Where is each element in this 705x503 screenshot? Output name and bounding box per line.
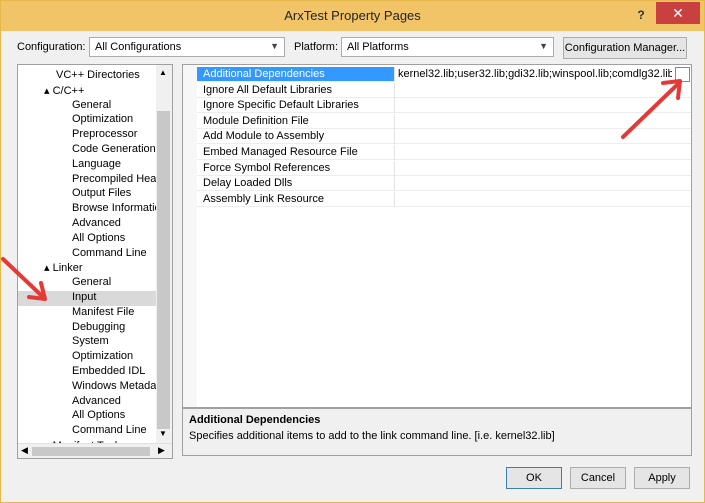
tree-item[interactable]: All Options <box>72 232 125 247</box>
tree-item[interactable]: Optimization <box>72 113 133 128</box>
property-pages-dialog: ArxTest Property Pages ? ✕ Configuration… <box>0 0 705 503</box>
property-row[interactable]: Force Symbol References <box>197 160 691 176</box>
tree-vertical-scrollbar[interactable]: ▲ ▼ <box>156 65 172 443</box>
configuration-value: All Configurations <box>95 41 182 53</box>
column-divider <box>394 129 395 145</box>
title-bar[interactable]: ArxTest Property Pages ? ✕ <box>1 1 704 31</box>
annotation-arrow-right <box>621 79 682 139</box>
tree-item[interactable]: Preprocessor <box>72 128 137 143</box>
annotation-arrow-left <box>1 257 47 301</box>
grid-gutter <box>183 65 197 407</box>
apply-button[interactable]: Apply <box>634 467 690 489</box>
scroll-thumb[interactable] <box>32 447 150 456</box>
column-divider <box>394 145 395 160</box>
tree-item[interactable]: VC++ Directories <box>56 69 140 84</box>
window-title: ArxTest Property Pages <box>284 8 421 23</box>
tree-horizontal-scrollbar[interactable]: ◀ ▶ <box>18 443 172 458</box>
tree-item[interactable]: Manifest File <box>72 306 134 321</box>
property-name: Ignore Specific Default Libraries <box>203 99 359 112</box>
tree-item[interactable]: Advanced <box>72 395 121 410</box>
chevron-right-icon[interactable]: ▶ <box>158 445 165 456</box>
tree-item[interactable]: Optimization <box>72 350 133 365</box>
chevron-left-icon[interactable]: ◀ <box>21 445 28 456</box>
tree-item[interactable]: Advanced <box>72 217 121 232</box>
chevron-up-icon[interactable]: ▲ <box>159 68 167 77</box>
tree-item[interactable]: Embedded IDL <box>72 365 145 380</box>
description-panel: Additional Dependencies Specifies additi… <box>182 408 692 456</box>
property-name: Assembly Link Resource <box>203 192 325 205</box>
tree-item[interactable]: Command Line <box>72 247 147 262</box>
property-row[interactable]: Assembly Link Resource <box>197 191 691 207</box>
tree-item[interactable]: Windows Metadata <box>72 380 166 395</box>
property-name: Ignore All Default Libraries <box>203 83 333 96</box>
column-divider <box>394 98 395 114</box>
property-row[interactable]: Delay Loaded Dlls <box>197 176 691 192</box>
help-button[interactable]: ? <box>631 5 651 25</box>
tree-item[interactable]: Code Generation <box>72 143 156 158</box>
tree-item[interactable]: Language <box>72 158 121 173</box>
chevron-down-icon: ▼ <box>270 41 279 51</box>
tree-item[interactable]: Browse Information <box>72 202 167 217</box>
column-divider <box>394 160 395 176</box>
configuration-dropdown[interactable]: All Configurations ▼ <box>89 37 285 57</box>
property-name: Delay Loaded Dlls <box>203 177 293 190</box>
property-name: Add Module to Assembly <box>203 130 325 143</box>
chevron-down-icon: ▼ <box>539 41 548 51</box>
chevron-down-icon[interactable]: ▼ <box>159 429 167 438</box>
tree-item[interactable]: General <box>72 276 111 291</box>
description-text: Specifies additional items to add to the… <box>189 430 555 442</box>
close-button[interactable]: ✕ <box>656 2 700 24</box>
column-divider <box>394 113 395 129</box>
cancel-button[interactable]: Cancel <box>570 467 626 489</box>
property-name: Module Definition File <box>203 114 309 127</box>
platform-value: All Platforms <box>347 41 409 53</box>
property-name: Force Symbol References <box>203 161 331 174</box>
column-divider <box>394 191 395 207</box>
description-title: Additional Dependencies <box>189 414 321 426</box>
platform-dropdown[interactable]: All Platforms ▼ <box>341 37 554 57</box>
configuration-manager-button[interactable]: Configuration Manager... <box>563 37 687 59</box>
property-name: Embed Managed Resource File <box>203 146 358 158</box>
tree-item[interactable]: Precompiled Heade <box>72 173 169 188</box>
tree-item[interactable]: All Options <box>72 409 125 424</box>
tree-item[interactable]: General <box>72 99 111 114</box>
ok-button[interactable]: OK <box>506 467 562 489</box>
platform-label: Platform: <box>294 41 339 53</box>
scroll-thumb[interactable] <box>157 111 170 429</box>
column-divider <box>394 82 395 98</box>
tree-item[interactable]: ▴ C/C++ <box>44 84 84 99</box>
property-row[interactable]: Embed Managed Resource File <box>197 145 691 160</box>
tree-item[interactable]: Debugging <box>72 321 125 336</box>
configuration-label: Configuration: <box>17 41 86 53</box>
property-name: Additional Dependencies <box>203 68 325 80</box>
tree-item[interactable]: System <box>72 335 109 350</box>
tree-item[interactable]: Output Files <box>72 187 131 202</box>
column-divider <box>394 176 395 192</box>
tree-item[interactable]: Command Line <box>72 424 147 439</box>
